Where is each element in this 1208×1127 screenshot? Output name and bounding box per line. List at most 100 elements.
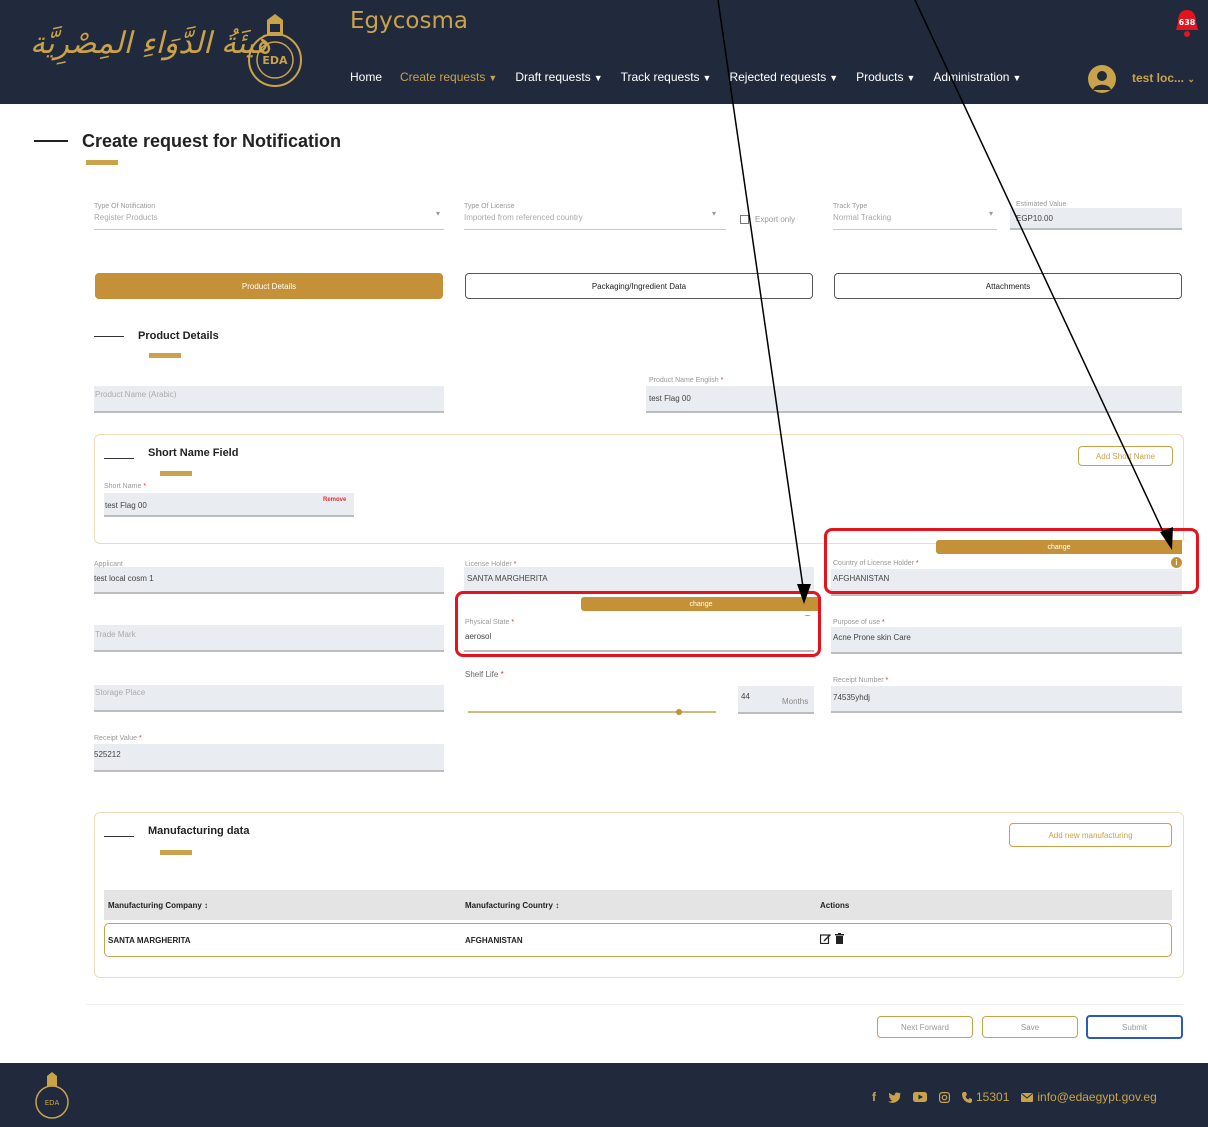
- purpose-of-use-label: Purpose of use: [833, 619, 881, 626]
- short-name-value: test Flag 00: [105, 501, 147, 510]
- nav-track-requests-label: Track requests: [620, 70, 700, 84]
- export-only-checkbox[interactable]: [740, 215, 749, 224]
- product-name-arabic-placeholder: Product Name (Arabic): [95, 390, 177, 399]
- field-underline: [94, 229, 444, 230]
- section-divider: [104, 458, 134, 459]
- required-star: *: [143, 483, 147, 490]
- nav-home-label: Home: [350, 70, 383, 84]
- storage-place-field[interactable]: [94, 685, 444, 712]
- table-row: [104, 923, 1172, 957]
- chevron-down-icon: ▼: [593, 73, 603, 83]
- section-accent-bar: [160, 850, 192, 855]
- add-new-manufacturing-button[interactable]: Add new manufacturing: [1009, 823, 1172, 847]
- nav-draft-requests-label: Draft requests: [515, 70, 591, 84]
- type-of-notification-select[interactable]: Register Products: [94, 213, 158, 222]
- shelf-life-unit: Months: [782, 697, 809, 706]
- nav-administration[interactable]: Administration ▼: [933, 70, 1021, 84]
- chevron-down-icon: ▼: [829, 73, 839, 83]
- shelf-life-slider-handle[interactable]: [675, 709, 682, 715]
- save-button[interactable]: Save: [982, 1016, 1078, 1038]
- receipt-number-value: 74535yhdj: [833, 693, 870, 702]
- footer-phone-number: 15301: [976, 1090, 1010, 1104]
- tab-packaging-ingredient-data[interactable]: Packaging/Ingredient Data: [465, 273, 813, 299]
- next-forward-button[interactable]: Next Forward: [877, 1016, 973, 1038]
- field-underline: [833, 229, 997, 230]
- short-name-label: Short Name: [104, 483, 142, 490]
- required-star: *: [885, 677, 889, 684]
- nav-create-requests[interactable]: Create requests ▼: [400, 70, 497, 84]
- required-star: *: [500, 670, 504, 679]
- license-holder-value: SANTA MARGHERITA: [467, 574, 548, 583]
- receipt-value-field[interactable]: [94, 744, 444, 772]
- notification-count: 638: [1179, 18, 1196, 27]
- user-avatar-icon[interactable]: [1088, 65, 1116, 93]
- chevron-down-icon: ▼: [1012, 73, 1022, 83]
- chevron-down-icon: ▼: [488, 73, 498, 83]
- applicant-label: Applicant: [94, 561, 123, 568]
- nav-draft-requests[interactable]: Draft requests ▼: [515, 70, 602, 84]
- footer-contact: f 15301 info@edaegypt.gov.eg: [872, 1090, 1157, 1104]
- eda-footer-seal-icon: EDA: [35, 1072, 69, 1119]
- type-of-notification-label: Type Of Notification: [94, 203, 156, 210]
- nav-rejected-requests[interactable]: Rejected requests ▼: [729, 70, 838, 84]
- export-only-label: Export only: [755, 215, 796, 224]
- product-details-title: Product Details: [138, 330, 219, 342]
- purpose-of-use-value: Acne Prone skin Care: [833, 633, 911, 642]
- tab-product-details[interactable]: Product Details: [95, 273, 443, 299]
- type-of-license-select[interactable]: Imported from referenced country: [464, 213, 583, 222]
- divider: [86, 1004, 1184, 1005]
- dropdown-arrow-icon: ▾: [712, 209, 717, 218]
- nav-track-requests[interactable]: Track requests ▼: [621, 70, 712, 84]
- field-underline: [464, 229, 726, 230]
- nav-administration-label: Administration: [933, 70, 1010, 84]
- add-short-name-button[interactable]: Add Short Name: [1078, 446, 1173, 466]
- dropdown-arrow-icon: ▾: [989, 209, 994, 218]
- twitter-icon[interactable]: [888, 1091, 901, 1103]
- footer-email[interactable]: info@edaegypt.gov.eg: [1021, 1090, 1157, 1104]
- main-nav: Home Create requests ▼ Draft requests ▼ Tr…: [350, 70, 1021, 84]
- section-divider: [94, 336, 124, 337]
- storage-place-placeholder: Storage Place: [95, 688, 146, 697]
- tab-attachments[interactable]: Attachments: [834, 273, 1182, 299]
- receipt-number-label: Receipt Number: [833, 677, 884, 684]
- submit-button[interactable]: Submit: [1086, 1015, 1183, 1039]
- receipt-number-field[interactable]: [831, 686, 1182, 713]
- instagram-icon[interactable]: [939, 1091, 950, 1103]
- eda-seal-text: EDA: [262, 54, 288, 67]
- remove-short-name-link[interactable]: Remove: [323, 497, 346, 503]
- product-name-english-field[interactable]: [646, 386, 1182, 413]
- license-holder-label: License Holder: [465, 561, 512, 568]
- track-type-label: Track Type: [833, 203, 868, 210]
- notification-bell-icon[interactable]: 638: [1170, 6, 1204, 40]
- receipt-value: 525212: [94, 750, 121, 759]
- section-accent-bar: [160, 471, 192, 476]
- nav-home[interactable]: Home: [350, 70, 382, 84]
- app-title: Egycosma: [350, 8, 468, 34]
- column-manufacturing-country[interactable]: Manufacturing Country ↕: [465, 901, 559, 910]
- footer-phone[interactable]: 15301: [962, 1090, 1009, 1104]
- trade-mark-field[interactable]: [94, 625, 444, 652]
- chevron-down-icon: ▼: [906, 73, 916, 83]
- youtube-icon[interactable]: [913, 1092, 927, 1102]
- mail-icon: [1021, 1092, 1034, 1102]
- track-type-select[interactable]: Normal Tracking: [833, 213, 891, 222]
- user-menu[interactable]: test loc... ⌄: [1132, 71, 1195, 85]
- edit-icon[interactable]: [820, 933, 831, 944]
- product-name-english-label-text: Product Name English: [649, 377, 719, 384]
- annotation-highlight-country: [824, 528, 1199, 594]
- required-star: *: [882, 619, 885, 626]
- column-manufacturing-company[interactable]: Manufacturing Company ↕: [108, 901, 208, 910]
- estimated-value-label: Estimated Value: [1016, 201, 1067, 208]
- manufacturing-country-cell: AFGHANISTAN: [465, 936, 523, 945]
- nav-products[interactable]: Products ▼: [856, 70, 915, 84]
- required-star: *: [720, 377, 724, 384]
- title-accent-bar: [86, 160, 118, 165]
- shelf-life-value: 44: [741, 692, 750, 701]
- facebook-icon[interactable]: f: [872, 1090, 876, 1104]
- chevron-down-icon: ▼: [702, 73, 712, 83]
- receipt-value-label: Receipt Value: [94, 735, 138, 742]
- trash-icon[interactable]: [835, 933, 844, 944]
- section-divider: [104, 836, 134, 837]
- title-divider: [34, 140, 68, 142]
- user-name: test loc...: [1132, 71, 1185, 85]
